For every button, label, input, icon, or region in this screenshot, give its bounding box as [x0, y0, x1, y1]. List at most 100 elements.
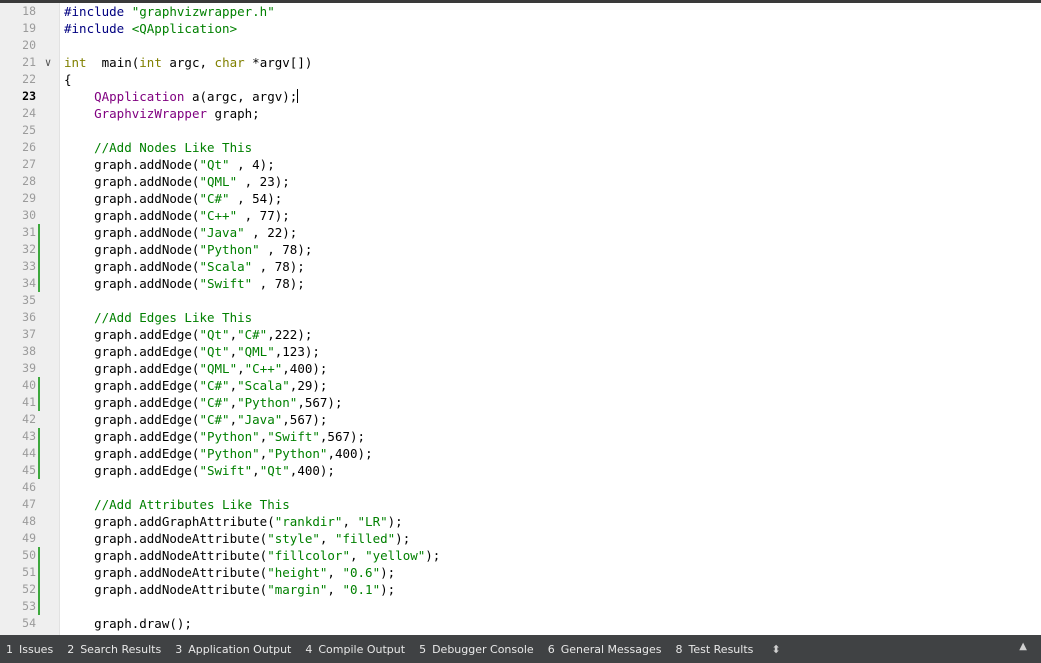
line-text[interactable]: graph.addEdge("QML","C++",400);	[64, 360, 327, 377]
code-line[interactable]: 29 graph.addNode("C#" , 54);	[0, 190, 1041, 207]
output-tab-debugger-console[interactable]: 5 Debugger Console	[413, 635, 542, 663]
code-line[interactable]: 19 #include <QApplication>	[0, 20, 1041, 37]
code-line[interactable]: 43 graph.addEdge("Python","Swift",567);	[0, 428, 1041, 445]
code-token: "Python"	[267, 446, 328, 461]
output-tab-application-output[interactable]: 3 Application Output	[169, 635, 299, 663]
line-text[interactable]: graph.addNode("QML" , 23);	[64, 173, 290, 190]
code-line[interactable]: 40 graph.addEdge("C#","Scala",29);	[0, 377, 1041, 394]
code-token: "Python"	[199, 429, 260, 444]
line-text[interactable]: graph.addEdge("Python","Python",400);	[64, 445, 373, 462]
line-text[interactable]: graph.addEdge("C#","Python",567);	[64, 394, 342, 411]
up-down-chevron-icon[interactable]: ⬍	[761, 643, 780, 656]
line-text[interactable]: graph.draw();	[64, 615, 192, 632]
line-text[interactable]: graph.addNodeAttribute("height", "0.6");	[64, 564, 395, 581]
line-text[interactable]: {	[64, 71, 72, 88]
code-line[interactable]: 24 GraphvizWrapper graph;	[0, 105, 1041, 122]
code-line[interactable]: 48 graph.addGraphAttribute("rankdir", "L…	[0, 513, 1041, 530]
code-token: "graphvizwrapper.h"	[131, 4, 275, 19]
code-token: "QML"	[237, 344, 275, 359]
output-tab-search-results[interactable]: 2 Search Results	[61, 635, 169, 663]
line-text[interactable]: graph.addEdge("Qt","QML",123);	[64, 343, 320, 360]
up-arrow-icon[interactable]: ▲	[1019, 641, 1027, 652]
code-line[interactable]: 44 graph.addEdge("Python","Python",400);	[0, 445, 1041, 462]
output-tab-general-messages[interactable]: 6 General Messages	[542, 635, 670, 663]
code-line[interactable]: 20	[0, 37, 1041, 54]
code-line[interactable]: 34 graph.addNode("Swift" , 78);	[0, 275, 1041, 292]
code-line[interactable]: 33 graph.addNode("Scala" , 78);	[0, 258, 1041, 275]
line-text[interactable]: QApplication a(argc, argv);	[64, 88, 299, 105]
line-text[interactable]: graph.addNode("Scala" , 78);	[64, 258, 305, 275]
code-line[interactable]: 30 graph.addNode("C++" , 77);	[0, 207, 1041, 224]
code-line[interactable]: 46	[0, 479, 1041, 496]
code-line[interactable]: 31 graph.addNode("Java" , 22);	[0, 224, 1041, 241]
code-line[interactable]: 50 graph.addNodeAttribute("fillcolor", "…	[0, 547, 1041, 564]
line-text[interactable]: graph.addGraphAttribute("rankdir", "LR")…	[64, 513, 403, 530]
line-text[interactable]: graph.addEdge("Python","Swift",567);	[64, 428, 365, 445]
line-text[interactable]: graph.addNode("C++" , 77);	[64, 207, 290, 224]
code-token: ,400);	[327, 446, 373, 461]
line-text[interactable]: graph.addNodeAttribute("margin", "0.1");	[64, 581, 395, 598]
code-line[interactable]: 36 //Add Edges Like This	[0, 309, 1041, 326]
code-line[interactable]: 39 graph.addEdge("QML","C++",400);	[0, 360, 1041, 377]
code-line[interactable]: 21 ∨ int main(int argc, char *argv[])	[0, 54, 1041, 71]
code-token: "fillcolor"	[267, 548, 350, 563]
line-text[interactable]: graph.addEdge("Swift","Qt",400);	[64, 462, 335, 479]
code-line[interactable]: 18 #include "graphvizwrapper.h"	[0, 3, 1041, 20]
line-text[interactable]: graph.addNode("Python" , 78);	[64, 241, 312, 258]
code-token: "Python"	[199, 446, 260, 461]
line-number: 18	[22, 4, 36, 18]
code-line[interactable]: 35	[0, 292, 1041, 309]
line-text[interactable]: graph.addNodeAttribute("fillcolor", "yel…	[64, 547, 440, 564]
code-lines[interactable]: 18 #include "graphvizwrapper.h" 19 #include…	[0, 3, 1041, 632]
code-line[interactable]: 47 //Add Attributes Like This	[0, 496, 1041, 513]
code-token: graph.addEdge(	[64, 344, 200, 359]
line-text[interactable]: GraphvizWrapper graph;	[64, 105, 260, 122]
line-text[interactable]: graph.addEdge("C#","Java",567);	[64, 411, 327, 428]
code-line[interactable]: 53	[0, 598, 1041, 615]
code-line[interactable]: 41 graph.addEdge("C#","Python",567);	[0, 394, 1041, 411]
code-token: "QML"	[199, 174, 238, 189]
line-number: 50	[22, 548, 36, 562]
line-text[interactable]: //Add Attributes Like This	[64, 496, 290, 513]
line-text[interactable]: graph.addNode("C#" , 54);	[64, 190, 282, 207]
line-text[interactable]: #include <QApplication>	[64, 20, 237, 37]
line-text[interactable]: graph.addNode("Java" , 22);	[64, 224, 297, 241]
code-token: "filled"	[334, 531, 396, 546]
tab-shortcut-number: 6	[547, 642, 555, 656]
code-line[interactable]: 23 QApplication a(argc, argv);	[0, 88, 1041, 105]
output-tab-issues[interactable]: 1 Issues	[0, 635, 61, 663]
output-tab-compile-output[interactable]: 4 Compile Output	[299, 635, 413, 663]
code-line[interactable]: 25	[0, 122, 1041, 139]
line-number: 51	[22, 565, 36, 579]
code-line[interactable]: 49 graph.addNodeAttribute("style", "fill…	[0, 530, 1041, 547]
code-line[interactable]: 42 graph.addEdge("C#","Java",567);	[0, 411, 1041, 428]
code-line[interactable]: 38 graph.addEdge("Qt","QML",123);	[0, 343, 1041, 360]
line-text[interactable]: graph.addNode("Qt" , 4);	[64, 156, 275, 173]
code-line[interactable]: 45 graph.addEdge("Swift","Qt",400);	[0, 462, 1041, 479]
line-text[interactable]: graph.addNode("Swift" , 78);	[64, 275, 305, 292]
code-line[interactable]: 52 graph.addNodeAttribute("margin", "0.1…	[0, 581, 1041, 598]
code-line[interactable]: 54 graph.draw();	[0, 615, 1041, 632]
code-line[interactable]: 51 graph.addNodeAttribute("height", "0.6…	[0, 564, 1041, 581]
code-editor[interactable]: 18 #include "graphvizwrapper.h" 19 #include…	[0, 3, 1041, 635]
line-text[interactable]: graph.addEdge("C#","Scala",29);	[64, 377, 327, 394]
code-token: graph.addEdge(	[64, 378, 200, 393]
fold-chevron-icon[interactable]: ∨	[41, 54, 55, 71]
line-text[interactable]: //Add Edges Like This	[64, 309, 252, 326]
line-number: 41	[22, 395, 36, 409]
code-line[interactable]: 26 //Add Nodes Like This	[0, 139, 1041, 156]
line-text[interactable]: int main(int argc, char *argv[])	[64, 54, 312, 71]
code-line[interactable]: 22 {	[0, 71, 1041, 88]
code-line[interactable]: 37 graph.addEdge("Qt","C#",222);	[0, 326, 1041, 343]
code-line[interactable]: 27 graph.addNode("Qt" , 4);	[0, 156, 1041, 173]
code-token: #include	[64, 4, 132, 19]
code-line[interactable]: 32 graph.addNode("Python" , 78);	[0, 241, 1041, 258]
line-text[interactable]: graph.addEdge("Qt","C#",222);	[64, 326, 312, 343]
line-text[interactable]: //Add Nodes Like This	[64, 139, 252, 156]
output-tab-test-results[interactable]: 8 Test Results	[670, 635, 762, 663]
line-text[interactable]: graph.addNodeAttribute("style", "filled"…	[64, 530, 410, 547]
code-line[interactable]: 28 graph.addNode("QML" , 23);	[0, 173, 1041, 190]
line-text[interactable]: #include "graphvizwrapper.h"	[64, 3, 275, 20]
